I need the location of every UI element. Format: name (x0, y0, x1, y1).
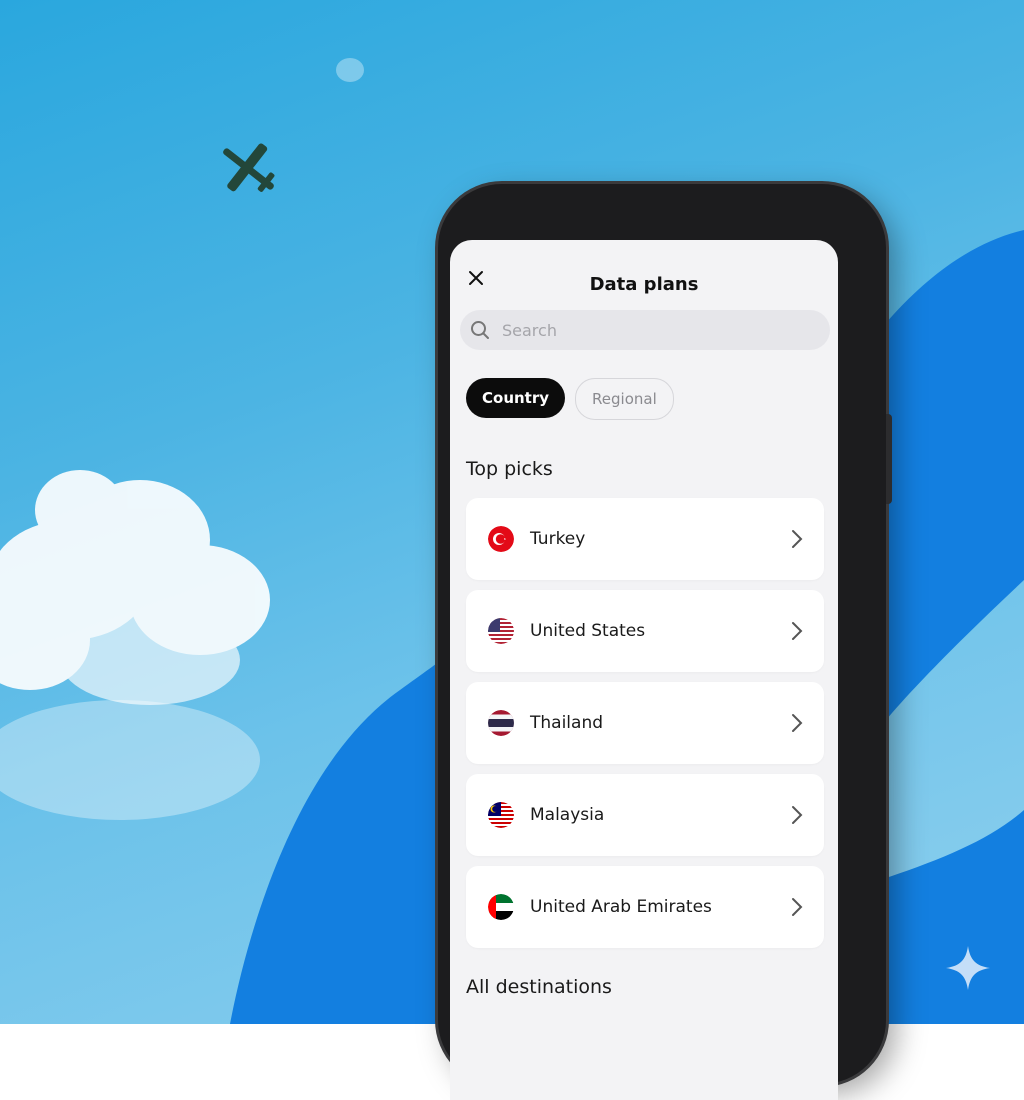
cloud (0, 470, 270, 705)
list-item-label: United Arab Emirates (530, 897, 712, 917)
list-item-label: Malaysia (530, 805, 605, 825)
search-input[interactable] (500, 319, 804, 341)
chevron-right-icon (792, 806, 803, 824)
phone-screen: Data plans Country Regional Top picks (450, 240, 838, 1100)
chevron-right-icon (792, 622, 803, 640)
airplane-icon (223, 143, 275, 192)
tab-regional[interactable]: Regional (575, 378, 674, 420)
chevron-right-icon (792, 898, 803, 916)
chevron-right-icon (792, 714, 803, 732)
list-item-malaysia[interactable]: Malaysia (466, 774, 824, 856)
phone-frame: Data plans Country Regional Top picks (438, 184, 892, 1100)
wave-right (870, 230, 1024, 740)
page-title: Data plans (589, 273, 699, 295)
us-flag-icon (488, 618, 514, 644)
list-item-united-states[interactable]: United States (466, 590, 824, 672)
turkey-flag-icon (488, 526, 514, 552)
all-destinations-heading: All destinations (466, 976, 612, 998)
search-icon (460, 320, 500, 340)
list-item-uae[interactable]: United Arab Emirates (466, 866, 824, 948)
malaysia-flag-icon (488, 802, 514, 828)
phone-side-button (886, 414, 892, 504)
tab-country[interactable]: Country (466, 378, 566, 418)
sparkle-icon (946, 946, 990, 990)
chevron-right-icon (792, 530, 803, 548)
thailand-flag-icon (488, 710, 514, 736)
tab-group: Country Regional (466, 378, 674, 420)
list-item-label: Thailand (530, 713, 604, 733)
top-picks-heading: Top picks (466, 458, 553, 480)
list-item-thailand[interactable]: Thailand (466, 682, 824, 764)
cloud-faint (0, 58, 364, 820)
list-item-turkey[interactable]: Turkey (466, 498, 824, 580)
list-item-label: United States (530, 621, 646, 641)
uae-flag-icon (488, 894, 514, 920)
list-item-label: Turkey (530, 529, 586, 549)
search-bar[interactable] (460, 310, 830, 350)
sheet-header: Data plans (450, 264, 838, 304)
top-picks-list: Turkey United States Thailand Malaysia U… (466, 498, 824, 958)
